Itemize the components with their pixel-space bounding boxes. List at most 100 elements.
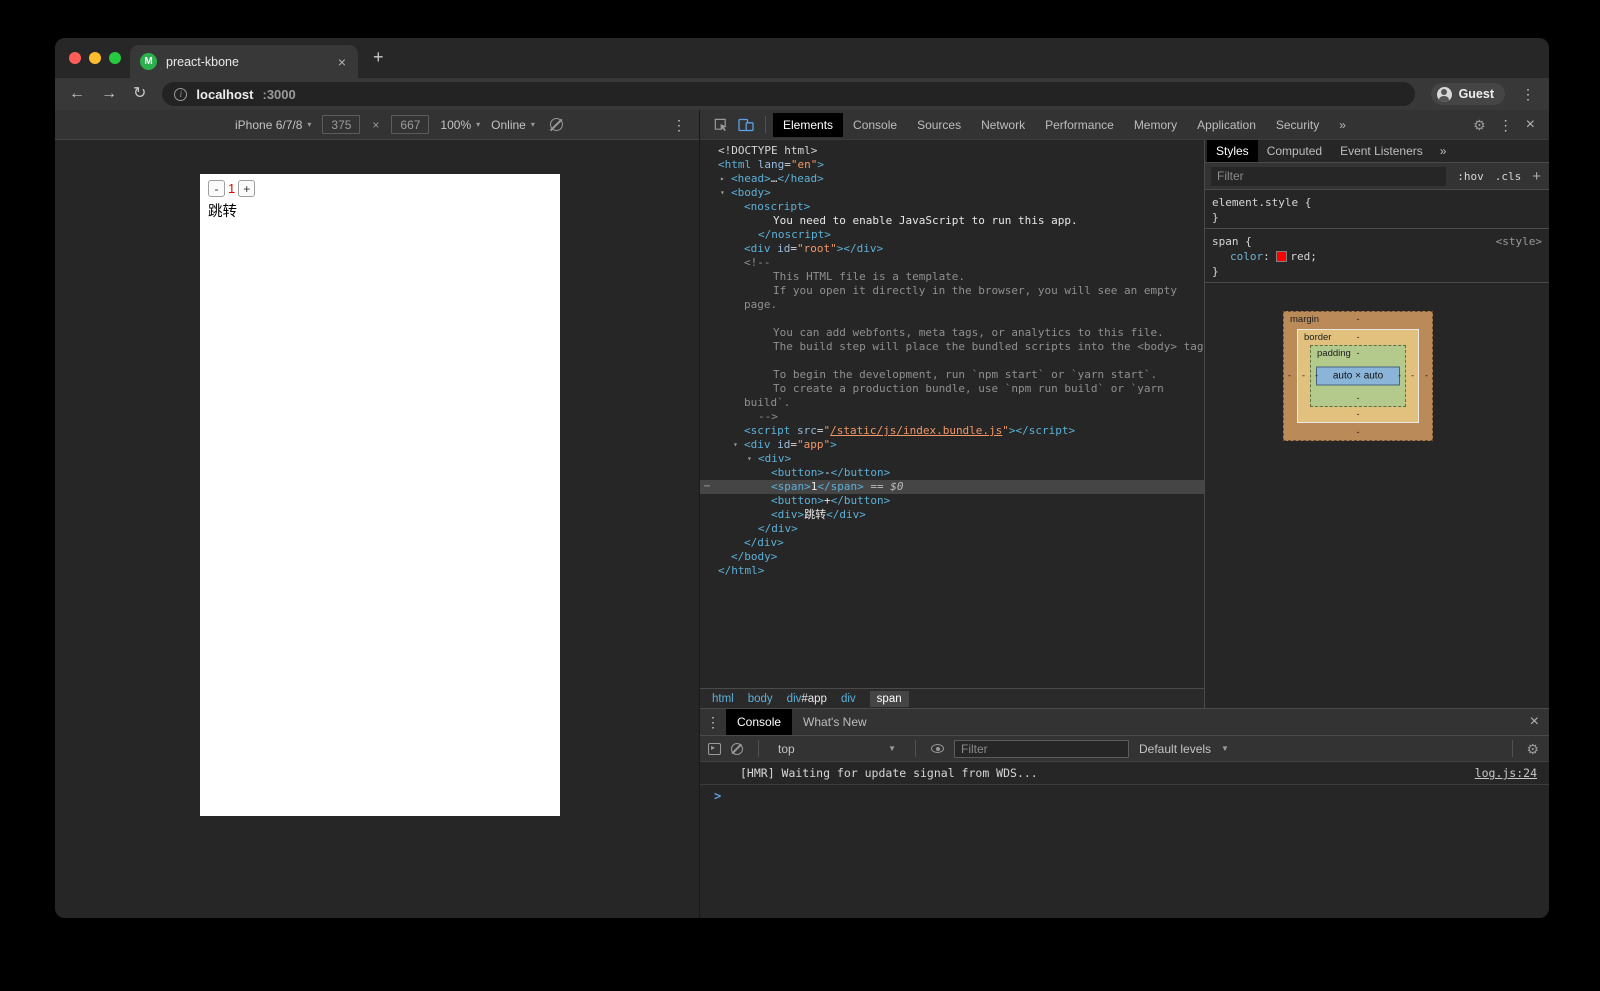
close-window-button[interactable]	[69, 52, 81, 64]
dom-tree-row[interactable]: ▾<div id="app">	[700, 438, 1204, 452]
boxmodel-border-bottom-value[interactable]: -	[1357, 410, 1360, 419]
minimize-window-button[interactable]	[89, 52, 101, 64]
style-rule-inline[interactable]: element.style { }	[1205, 190, 1549, 229]
maximize-window-button[interactable]	[109, 52, 121, 64]
class-toggle[interactable]: .cls	[1495, 170, 1522, 183]
dom-tree-row[interactable]: You need to enable JavaScript to run thi…	[700, 214, 1204, 228]
clear-console-icon[interactable]	[731, 743, 743, 755]
boxmodel-padding-top-value[interactable]: -	[1357, 349, 1360, 358]
dom-tree-row[interactable]: To create a production bundle, use `npm …	[700, 382, 1204, 396]
dom-tree-row[interactable]: The build step will place the bundled sc…	[700, 340, 1204, 354]
breadcrumb-item-span[interactable]: span	[870, 691, 909, 707]
styles-tab-styles[interactable]: Styles	[1207, 140, 1258, 162]
dom-tree-row[interactable]: ▾<div>	[700, 452, 1204, 466]
browser-tab[interactable]: M preact-kbone ×	[130, 45, 358, 78]
styles-filter-input[interactable]	[1211, 167, 1446, 186]
boxmodel-padding-bottom-value[interactable]: -	[1357, 394, 1360, 403]
throttling-select[interactable]: Online ▾	[491, 118, 535, 132]
styles-tab-event-listeners[interactable]: Event Listeners	[1331, 140, 1432, 162]
dom-tree-row[interactable]: page.	[700, 298, 1204, 312]
styles-more-tabs-icon[interactable]: »	[1432, 144, 1455, 158]
rule-selector[interactable]: span {	[1212, 235, 1252, 248]
devtools-menu-icon[interactable]: ⋮	[1499, 118, 1513, 132]
breadcrumb-item-div-app[interactable]: div#app	[787, 693, 827, 705]
boxmodel-margin-right-value[interactable]: -	[1425, 372, 1428, 381]
dom-tree-row[interactable]: This HTML file is a template.	[700, 270, 1204, 284]
console-message-source-link[interactable]: log.js:24	[1475, 766, 1537, 780]
console-close-icon[interactable]: ×	[1530, 714, 1539, 730]
dom-tree-row[interactable]: If you open it directly in the browser, …	[700, 284, 1204, 298]
forward-icon[interactable]: →	[101, 86, 117, 102]
boxmodel-margin-left-value[interactable]: -	[1288, 372, 1291, 381]
inspect-icon[interactable]	[708, 117, 732, 132]
new-style-rule-icon[interactable]: +	[1532, 169, 1541, 184]
profile-button[interactable]: Guest	[1431, 83, 1505, 105]
back-icon[interactable]: ←	[69, 86, 85, 102]
device-toolbar-menu-icon[interactable]: ⋮	[672, 118, 686, 132]
collapse-arrow-icon[interactable]: ▾	[720, 186, 731, 200]
site-info-icon[interactable]: i	[174, 88, 187, 101]
css-property-name[interactable]: color	[1230, 250, 1263, 263]
dom-tree-row[interactable]	[700, 312, 1204, 326]
devtools-tab-console[interactable]: Console	[843, 113, 907, 137]
devtools-tab-application[interactable]: Application	[1187, 113, 1266, 137]
dom-tree-row[interactable]: ▾<body>	[700, 186, 1204, 200]
dom-tree-row[interactable]: -->	[700, 410, 1204, 424]
pseudo-state-toggle[interactable]: :hov	[1457, 170, 1484, 183]
increment-button[interactable]: +	[238, 180, 255, 197]
devtools-tab-performance[interactable]: Performance	[1035, 113, 1124, 137]
rule-selector[interactable]: element.style {	[1212, 196, 1311, 209]
dom-tree-row[interactable]: </div>	[700, 536, 1204, 550]
decrement-button[interactable]: -	[208, 180, 225, 197]
devtools-settings-icon[interactable]: ⚙	[1473, 118, 1486, 132]
css-property-value[interactable]: red;	[1290, 250, 1317, 263]
dom-tree-row[interactable]: <html lang="en">	[700, 158, 1204, 172]
boxmodel-margin-bottom-value[interactable]: -	[1357, 428, 1360, 437]
console-settings-icon[interactable]: ⚙	[1526, 742, 1539, 756]
dom-tree-row[interactable]: </noscript>	[700, 228, 1204, 242]
collapse-arrow-icon[interactable]: ▾	[747, 452, 758, 466]
styles-tab-computed[interactable]: Computed	[1258, 140, 1331, 162]
rotate-icon[interactable]	[550, 118, 563, 131]
boxmodel-margin-top-value[interactable]: -	[1357, 315, 1360, 324]
devtools-tab-elements[interactable]: Elements	[773, 113, 843, 137]
dom-tree-row[interactable]: You can add webfonts, meta tags, or anal…	[700, 326, 1204, 340]
reload-icon[interactable]: ↻	[133, 86, 146, 102]
boxmodel-padding-right-value[interactable]: -	[1398, 372, 1401, 381]
collapse-arrow-icon[interactable]: ▾	[733, 438, 744, 452]
dom-tree-row[interactable]: <div>跳转</div>	[700, 508, 1204, 522]
device-height-input[interactable]	[391, 115, 429, 134]
device-select[interactable]: iPhone 6/7/8 ▾	[235, 118, 311, 132]
device-width-input[interactable]	[322, 115, 360, 134]
console-tab-console[interactable]: Console	[726, 709, 792, 735]
boxmodel-border-top-value[interactable]: -	[1357, 333, 1360, 342]
dom-tree-row[interactable]: </div>	[700, 522, 1204, 536]
dom-tree-row[interactable]: </body>	[700, 550, 1204, 564]
address-bar[interactable]: i localhost:3000	[162, 82, 1414, 106]
dom-tree-row[interactable]: <button>+</button>	[700, 494, 1204, 508]
dom-tree-row[interactable]: To begin the development, run `npm start…	[700, 368, 1204, 382]
expand-arrow-icon[interactable]: ▸	[720, 172, 731, 186]
drawer-menu-icon[interactable]: ⋮	[700, 715, 726, 729]
breadcrumb-item-div[interactable]: div	[841, 693, 856, 705]
dom-tree-row[interactable]: ⋯<span>1</span> == $0	[700, 480, 1204, 494]
breadcrumb-item-html[interactable]: html	[712, 693, 734, 705]
dom-tree-row[interactable]: <noscript>	[700, 200, 1204, 214]
console-sidebar-icon[interactable]	[708, 743, 721, 755]
boxmodel-margin[interactable]: margin border padding auto × auto ---- -…	[1283, 311, 1433, 441]
css-declaration[interactable]: color: red;	[1212, 249, 1549, 264]
device-toolbar-toggle-icon[interactable]	[734, 118, 758, 132]
dom-tree-row[interactable]: <button>-</button>	[700, 466, 1204, 480]
boxmodel-padding[interactable]: padding auto × auto ----	[1310, 345, 1406, 407]
color-swatch[interactable]	[1277, 252, 1286, 261]
browser-menu-icon[interactable]: ⋮	[1521, 87, 1535, 101]
dom-tree-row[interactable]	[700, 354, 1204, 368]
new-tab-icon[interactable]: +	[373, 47, 384, 68]
breadcrumb-item-body[interactable]: body	[748, 693, 773, 705]
boxmodel-content[interactable]: auto × auto	[1316, 367, 1400, 386]
dom-tree-row[interactable]: <!DOCTYPE html>	[700, 144, 1204, 158]
zoom-select[interactable]: 100% ▾	[440, 118, 480, 132]
devtools-tab-memory[interactable]: Memory	[1124, 113, 1187, 137]
dom-tree-row[interactable]: <script src="/static/js/index.bundle.js"…	[700, 424, 1204, 438]
console-tab-what-s-new[interactable]: What's New	[792, 709, 878, 735]
